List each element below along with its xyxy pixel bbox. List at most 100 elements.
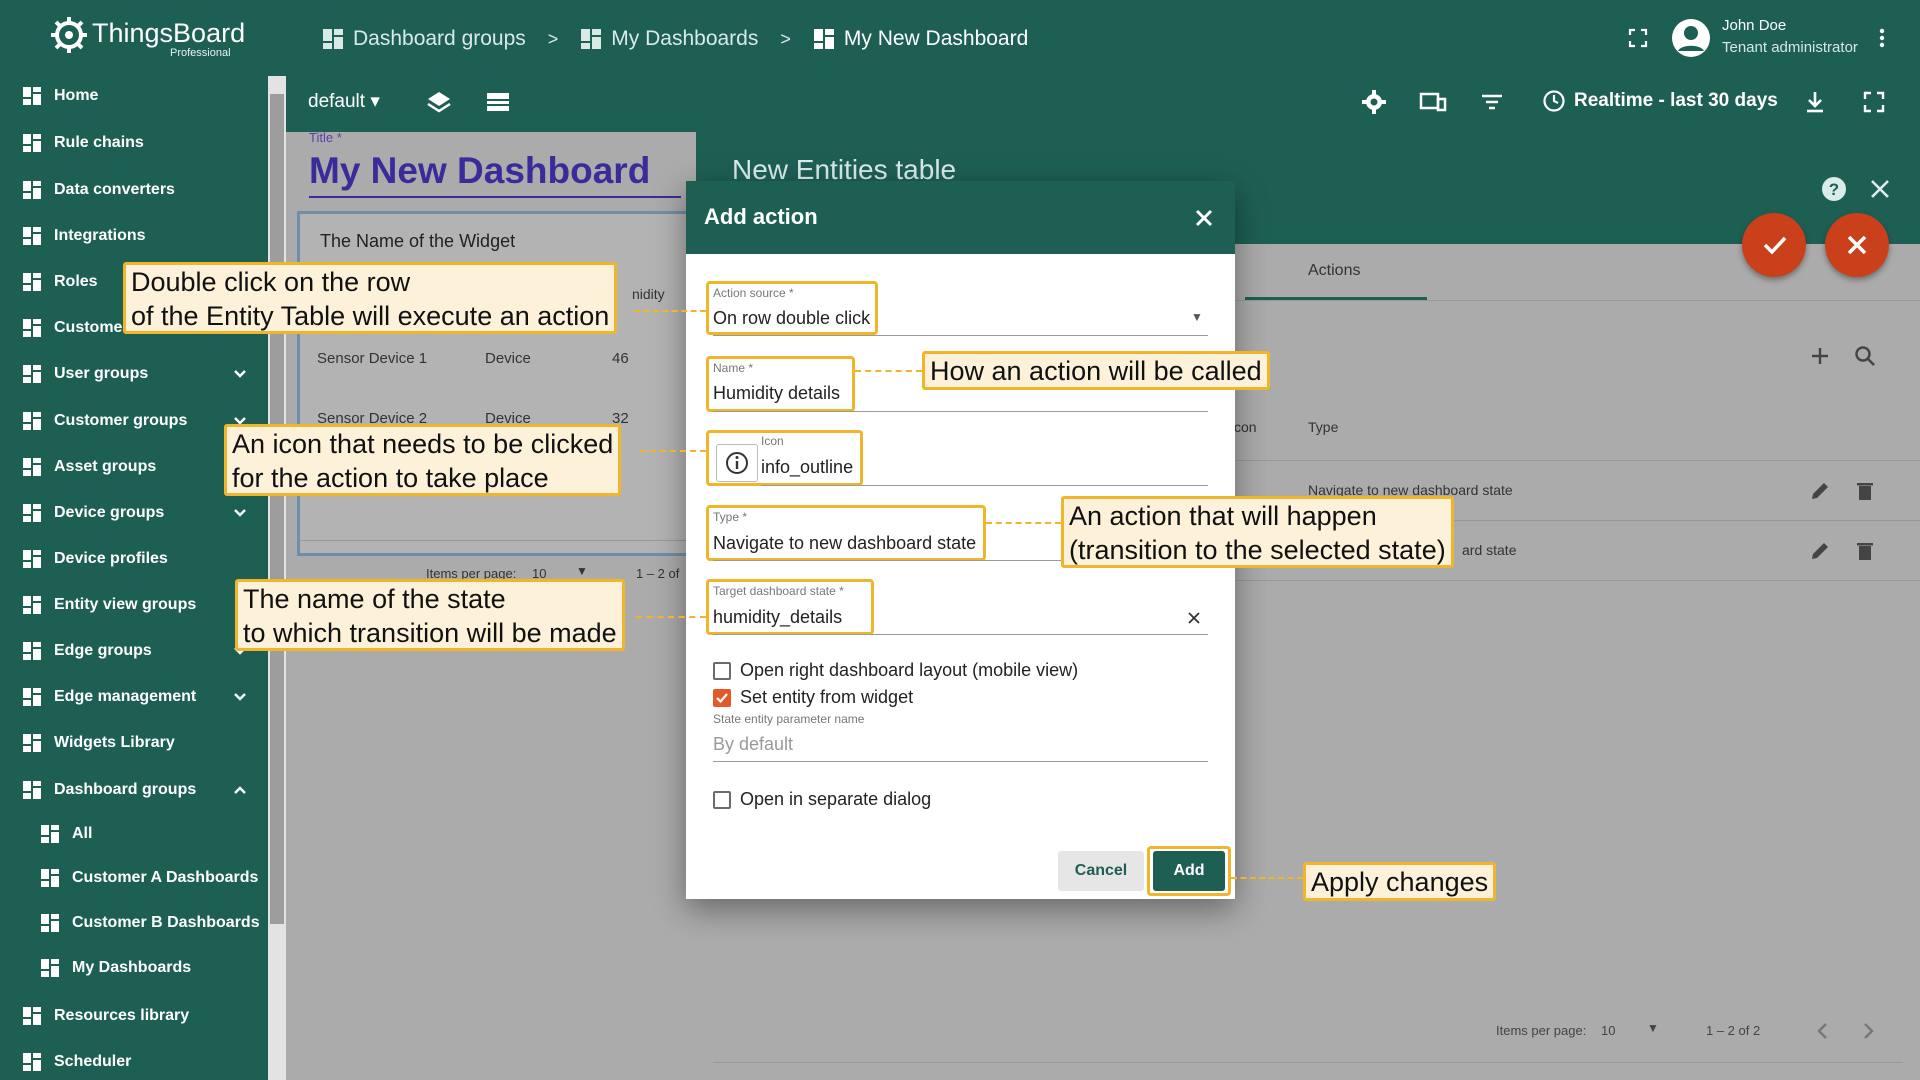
sidebar-item-customer-b-dashboards[interactable]: Customer B Dashboards — [0, 903, 268, 943]
name-field[interactable]: Humidity details — [713, 383, 840, 404]
dashboard-icon — [41, 959, 59, 977]
avatar[interactable] — [1672, 19, 1710, 57]
logo[interactable]: ThingsBoard Professional — [48, 14, 248, 64]
download-icon[interactable] — [1801, 88, 1829, 116]
chevron-up-icon[interactable] — [232, 782, 248, 798]
sidebar-item-scheduler[interactable]: Scheduler — [0, 1042, 268, 1080]
set-entity-checkbox[interactable] — [713, 689, 731, 707]
sidebar-item-label: Customer A Dashboards — [72, 869, 259, 886]
field-underline — [761, 485, 1208, 486]
chevron-down-icon[interactable] — [232, 689, 248, 705]
open-right-layout-checkbox[interactable] — [713, 662, 731, 680]
breadcrumb: Dashboard groups > My Dashboards > My Ne… — [322, 22, 1028, 56]
layers-icon[interactable] — [425, 88, 453, 116]
close-icon — [1847, 235, 1867, 255]
logo-subtitle: Professional — [170, 47, 231, 59]
delete-icon[interactable] — [1853, 479, 1877, 503]
edit-icon[interactable] — [1808, 539, 1832, 563]
callout-line: (transition to the selected state) — [1069, 535, 1446, 565]
separate-dialog-label: Open in separate dialog — [740, 789, 932, 809]
sidebar-item-device-groups[interactable]: Device groups — [0, 493, 268, 533]
breadcrumb-separator: > — [780, 28, 791, 49]
dropdown-arrow-icon[interactable]: ▼ — [1191, 310, 1203, 324]
fullscreen-icon[interactable] — [1860, 88, 1888, 116]
sidebar-item-label: Customer B Dashboards — [72, 914, 260, 931]
chevron-down-icon[interactable] — [232, 366, 248, 382]
edit-icon[interactable] — [1808, 479, 1832, 503]
settings-icon[interactable] — [1360, 88, 1388, 116]
chevron-down-icon[interactable] — [232, 505, 248, 521]
column-header-type: Type — [1308, 419, 1339, 435]
help-icon[interactable]: ? — [1821, 176, 1847, 202]
logo-text: ThingsBoard — [92, 18, 246, 48]
decline-button[interactable] — [1825, 213, 1889, 277]
sidebar-item-user-groups[interactable]: User groups — [0, 354, 268, 394]
converter-icon — [23, 181, 41, 199]
more-vert-icon[interactable] — [1870, 26, 1894, 50]
add-icon[interactable] — [1808, 344, 1832, 368]
sidebar-item-integrations[interactable]: Integrations — [0, 216, 268, 256]
people-icon — [23, 412, 41, 430]
user-icon — [23, 365, 41, 383]
info-outline-icon — [726, 452, 748, 474]
view-icon — [23, 596, 41, 614]
sidebar-item-device-profiles[interactable]: Device profiles — [0, 539, 268, 579]
devices-icon[interactable] — [1419, 88, 1447, 116]
apply-button[interactable] — [1742, 213, 1806, 277]
dashboard-icon — [581, 29, 602, 49]
timewindow-button[interactable]: Realtime - last 30 days — [1542, 89, 1778, 113]
add-button[interactable]: Add — [1153, 851, 1225, 891]
state-select[interactable]: default ▾ — [308, 90, 380, 113]
chevron-down-icon[interactable]: ▼ — [1647, 1021, 1659, 1035]
sidebar-scroll-thumb[interactable] — [270, 94, 284, 924]
sidebar-item-all[interactable]: All — [0, 814, 268, 854]
sidebar-item-edge-groups[interactable]: Edge groups — [0, 631, 268, 671]
chevron-down-icon[interactable]: ▼ — [576, 564, 588, 578]
callout-line: to which transition will be made — [243, 618, 617, 648]
sidebar-item-resources-library[interactable]: Resources library — [0, 996, 268, 1036]
target-state-field[interactable]: humidity_details — [713, 607, 842, 628]
separate-dialog-checkbox[interactable] — [713, 791, 731, 809]
chevron-left-icon[interactable] — [1812, 1020, 1834, 1042]
close-icon[interactable] — [1192, 206, 1216, 230]
state-entity-param-field[interactable]: By default — [713, 734, 793, 755]
sidebar-item-data-converters[interactable]: Data converters — [0, 170, 268, 210]
column-header-icon: con — [1234, 419, 1257, 435]
type-label: Type * — [713, 510, 748, 524]
tab-actions[interactable]: Actions — [1308, 262, 1360, 280]
cancel-button[interactable]: Cancel — [1058, 851, 1144, 891]
sidebar-item-entity-view-groups[interactable]: Entity view groups — [0, 585, 268, 625]
sidebar-item-edge-management[interactable]: Edge management — [0, 677, 268, 717]
pager-size-select[interactable]: 10 — [1601, 1023, 1615, 1038]
table-cell-type: Device — [485, 350, 531, 367]
close-icon[interactable] — [1868, 177, 1892, 201]
type-select[interactable]: Navigate to new dashboard state — [713, 533, 976, 554]
breadcrumb-dashboard-groups[interactable]: Dashboard groups — [322, 27, 526, 51]
chevron-right-icon[interactable] — [1857, 1020, 1879, 1042]
filter-icon[interactable] — [1478, 88, 1506, 116]
search-icon[interactable] — [1853, 344, 1877, 368]
action-source-select[interactable]: On row double click — [713, 308, 870, 329]
dashboard-icon — [41, 825, 59, 843]
sidebar-item-label: User groups — [54, 365, 149, 382]
devices-icon — [23, 504, 41, 522]
sidebar-item-rule-chains[interactable]: Rule chains — [0, 123, 268, 163]
layout-icon[interactable] — [484, 88, 512, 116]
clear-icon[interactable] — [1186, 610, 1202, 626]
sidebar-item-home[interactable]: Home — [0, 76, 268, 116]
sidebar-item-label: Data converters — [54, 181, 175, 198]
sidebar-item-widgets-library[interactable]: Widgets Library — [0, 723, 268, 763]
sidebar-item-my-dashboards[interactable]: My Dashboards — [0, 948, 268, 988]
callout-line: Apply changes — [1311, 867, 1489, 897]
divider — [713, 1062, 1903, 1063]
icon-field[interactable]: info_outline — [761, 457, 853, 478]
fullscreen-icon[interactable] — [1626, 26, 1650, 50]
sidebar-item-dashboard-groups[interactable]: Dashboard groups — [0, 770, 268, 810]
sidebar-item-label: Customer groups — [54, 412, 188, 429]
delete-icon[interactable] — [1853, 539, 1877, 563]
icon-picker-button[interactable] — [716, 444, 758, 482]
breadcrumb-my-dashboards[interactable]: My Dashboards — [580, 27, 758, 51]
sidebar-item-customer-a-dashboards[interactable]: Customer A Dashboards — [0, 858, 268, 898]
dashboard-title-field[interactable]: My New Dashboard — [309, 150, 650, 192]
callout-line: How an action will be called — [930, 356, 1262, 386]
